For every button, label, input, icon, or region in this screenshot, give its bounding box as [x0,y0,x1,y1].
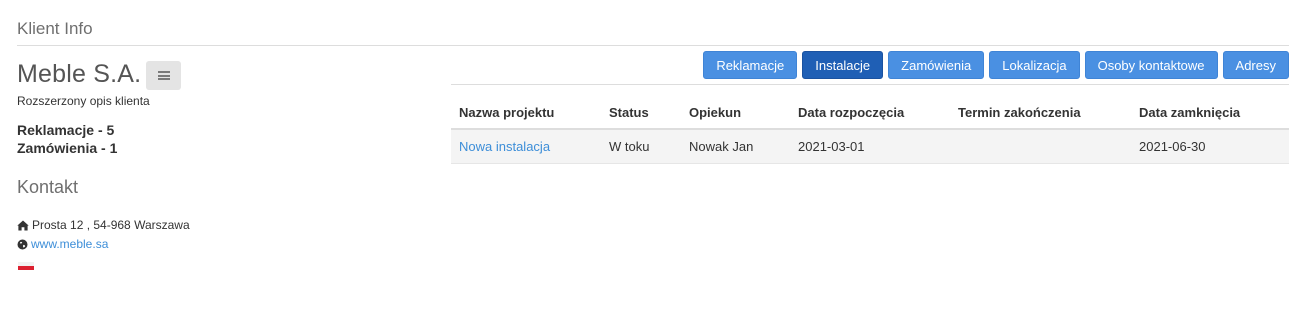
column-header-project-name[interactable]: Nazwa projektu [451,96,601,130]
tab-location[interactable]: Lokalizacja [989,51,1080,79]
tab-contact-persons[interactable]: Osoby kontaktowe [1084,51,1218,79]
column-header-close-date[interactable]: Data zamknięcia [1131,96,1289,130]
column-header-status[interactable]: Status [601,96,681,130]
tab-addresses[interactable]: Adresy [1222,51,1289,79]
cell-close-date: 2021-06-30 [1131,129,1289,164]
tab-orders[interactable]: Zamówienia [888,51,985,79]
home-icon [17,220,29,230]
client-name: Meble S.A. [17,59,142,88]
table-header-row: Nazwa projektu Status Opiekun Data rozpo… [451,96,1289,130]
client-description: Rozszerzony opis klienta [17,94,150,108]
address-text: Prosta 12 , 54-968 Warszawa [32,218,190,232]
tab-installations[interactable]: Instalacje [802,51,884,79]
tab-bar: Reklamacje Instalacje Zamówienia Lokaliz… [703,51,1289,79]
tab-divider [451,84,1289,85]
page-title: Klient Info [17,19,93,38]
column-header-start-date[interactable]: Data rozpoczęcia [790,96,950,130]
cell-project-name: Nowa instalacja [451,129,601,164]
projects-table: Nazwa projektu Status Opiekun Data rozpo… [451,96,1289,164]
client-menu-button[interactable] [146,61,182,90]
website-link[interactable]: www.meble.sa [31,237,108,251]
address-row: Prosta 12 , 54-968 Warszawa [17,218,190,232]
cell-due-date [950,129,1131,164]
table-row[interactable]: Nowa instalacja W toku Nowak Jan 2021-03… [451,129,1289,164]
header-divider [17,45,1289,46]
project-link[interactable]: Nowa instalacja [459,139,550,154]
client-counts: Reklamacje - 5 Zamówienia - 1 [17,121,117,157]
globe-icon [17,239,28,249]
cell-status: W toku [601,129,681,164]
website-row: www.meble.sa [17,237,108,251]
flag-poland-icon [18,262,34,270]
orders-count: Zamówienia - 1 [17,140,118,156]
cell-start-date: 2021-03-01 [790,129,950,164]
tab-complaints[interactable]: Reklamacje [703,51,798,79]
contact-title: Kontakt [17,177,79,197]
complaints-count: Reklamacje - 5 [17,122,115,138]
menu-icon [157,71,170,80]
cell-manager: Nowak Jan [681,129,790,164]
column-header-due-date[interactable]: Termin zakończenia [950,96,1131,130]
column-header-manager[interactable]: Opiekun [681,96,790,130]
client-name-row: Meble S.A. [17,58,182,90]
